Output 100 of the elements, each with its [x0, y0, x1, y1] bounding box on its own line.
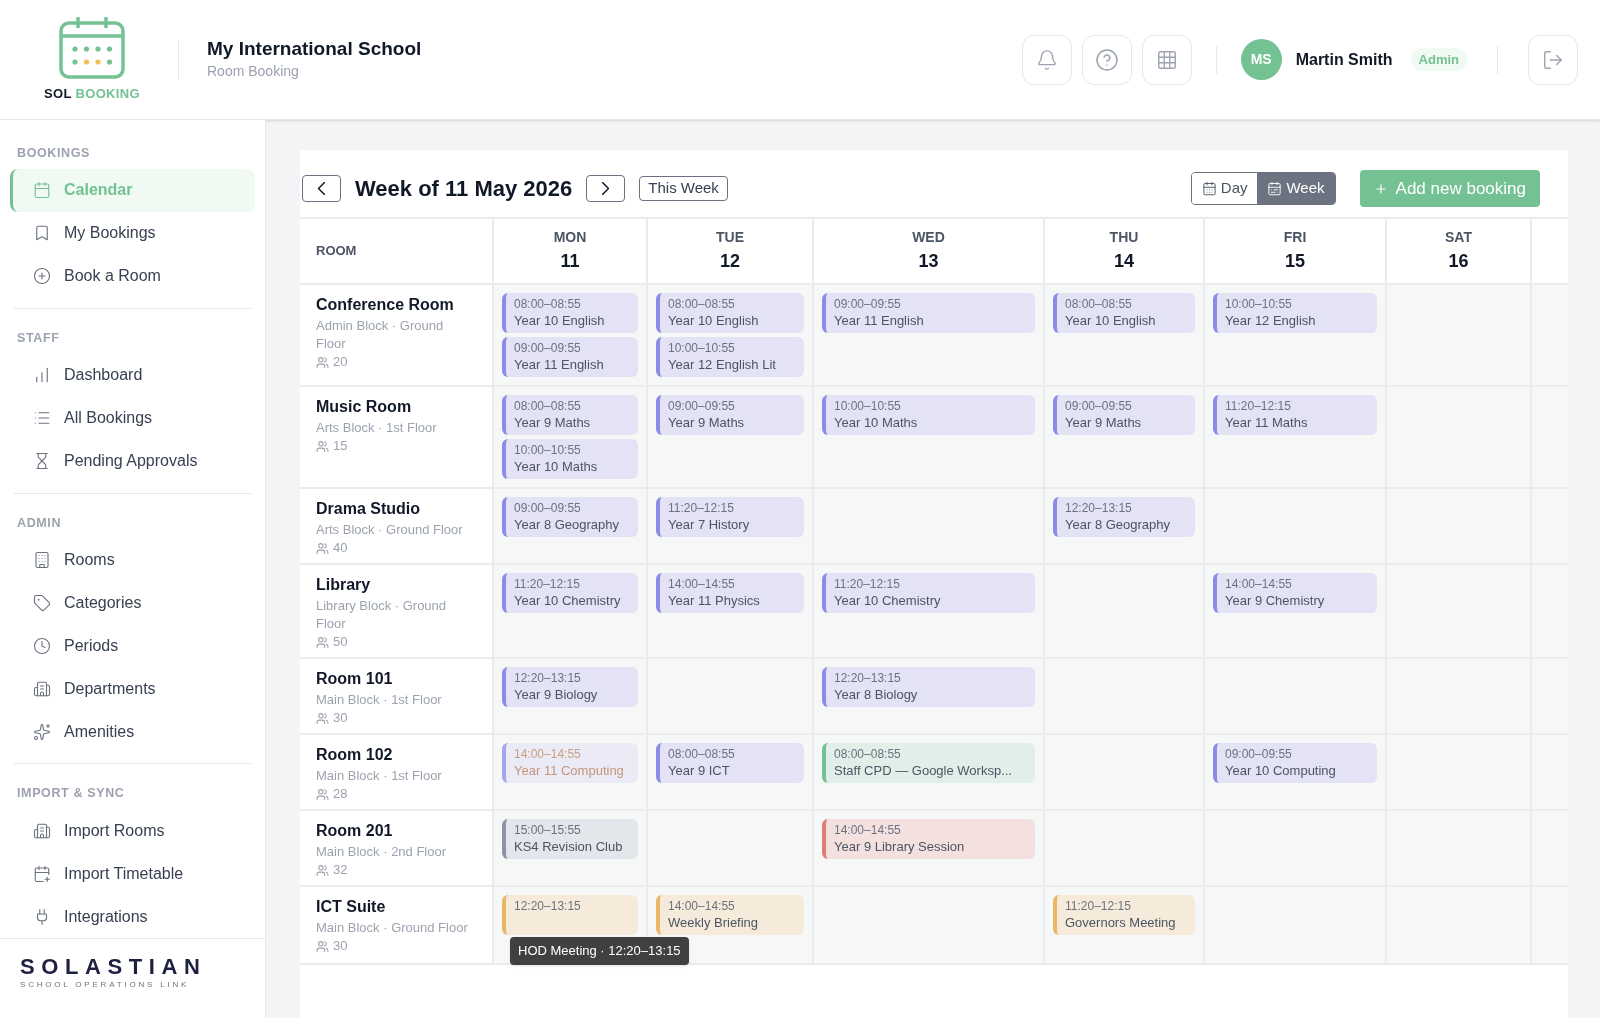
previous-week-button[interactable]	[302, 175, 341, 202]
booking-time: 09:00–09:55	[1225, 746, 1293, 762]
room-capacity: 32	[333, 861, 348, 879]
calendar-cell[interactable]: 09:00–09:55 Year 10 Computing	[1205, 735, 1387, 811]
sidebar-item[interactable]: Import Timetable	[10, 852, 255, 895]
booking-title: Year 9 Maths	[1065, 414, 1143, 432]
booking-card[interactable]: 10:00–10:55 Year 10 Maths	[822, 395, 1035, 435]
calendar-cell[interactable]: 09:00–09:55 Year 11 English	[814, 285, 1045, 387]
booking-card[interactable]: 08:00–08:55 Year 10 English	[1053, 293, 1195, 333]
calendar-cell[interactable]: 09:00–09:55 Year 8 Geography	[494, 489, 648, 565]
booking-card[interactable]: 14:00–14:55 Year 9 Library Session	[822, 819, 1035, 859]
booking-card[interactable]: 12:20–13:15	[502, 895, 638, 935]
booking-card[interactable]: 12:20–13:15 Year 8 Biology	[822, 667, 1035, 707]
notifications-button[interactable]	[1021, 34, 1072, 85]
room-name: Drama Studio	[316, 499, 421, 519]
booking-title: Year 10 Computing	[1225, 762, 1337, 780]
logout-button[interactable]	[1528, 34, 1578, 85]
booking-card[interactable]: 12:20–13:15 Year 8 Geography	[1053, 497, 1195, 537]
calendar-cell[interactable]: 11:20–12:15 Year 10 Chemistry	[494, 565, 648, 659]
sidebar-item[interactable]: Dashboard	[10, 353, 255, 397]
booking-card[interactable]: 08:00–08:55 Year 10 English	[656, 293, 804, 333]
sidebar-item[interactable]: Import Rooms	[10, 809, 255, 852]
calendar-cell[interactable]: 12:20–13:15 Year 9 Biology	[494, 659, 648, 735]
calendar-cell[interactable]: 08:00–08:55 Year 9 Maths 10:00–10:55 Year 10 Maths	[494, 387, 648, 489]
booking-card[interactable]: 08:00–08:55 Year 10 English	[502, 293, 638, 333]
calendar-cell[interactable]: 14:00–14:55 Year 11 Physics	[648, 565, 814, 659]
calendar-cell[interactable]: 15:00–15:55 KS4 Revision Club	[494, 811, 648, 887]
booking-card[interactable]: 14:00–14:55 Year 11 Physics	[656, 573, 804, 613]
booking-card[interactable]: 11:20–12:15 Governors Meeting	[1053, 895, 1195, 935]
sidebar-item[interactable]: Rooms	[10, 538, 255, 582]
booking-card[interactable]: 11:20–12:15 Year 10 Chemistry	[822, 573, 1035, 613]
help-icon	[1094, 47, 1119, 72]
booking-card[interactable]: 14:00–14:55 Weekly Briefing	[656, 895, 804, 935]
booking-card[interactable]: 08:00–08:55 Year 9 ICT	[656, 743, 804, 783]
sidebar-item[interactable]: Departments	[10, 667, 255, 711]
booking-card[interactable]: 11:20–12:15 Year 7 History	[656, 497, 804, 537]
room-capacity: 28	[333, 785, 348, 803]
calendar-plus-icon	[33, 864, 51, 883]
people-icon	[316, 863, 329, 877]
sidebar-item[interactable]: Pending Approvals	[10, 439, 255, 483]
calendar-icon	[1267, 181, 1283, 196]
booking-card[interactable]: 09:00–09:55 Year 11 English	[502, 337, 638, 377]
room-name: Room 102	[316, 745, 394, 765]
calendar-cell[interactable]: 11:20–12:15 Year 7 History	[648, 489, 814, 565]
calendar-cell[interactable]: 08:00–08:55 Year 9 ICT	[648, 735, 814, 811]
calendar-cell[interactable]: 08:00–08:55 Staff CPD — Google Worksp...	[814, 735, 1045, 811]
calendar-cell[interactable]: 14:00–14:55 Year 9 Chemistry	[1205, 565, 1387, 659]
booking-card[interactable]: 09:00–09:55 Year 11 English	[822, 293, 1035, 333]
booking-card[interactable]: 09:00–09:55 Year 9 Maths	[1053, 395, 1195, 435]
booking-card[interactable]: 10:00–10:55 Year 12 English	[1213, 293, 1377, 333]
day-name: MON	[553, 228, 587, 247]
view-toggle[interactable]: Week	[1257, 173, 1335, 204]
booking-card[interactable]: 08:00–08:55 Staff CPD — Google Worksp...	[822, 743, 1035, 783]
bell-icon	[1035, 48, 1058, 71]
calendar-icon	[1201, 181, 1217, 196]
sidebar-item[interactable]: All Bookings	[10, 396, 255, 440]
apps-button[interactable]	[1141, 34, 1192, 85]
next-week-button[interactable]	[586, 175, 626, 202]
booking-title: Year 8 Geography	[514, 516, 621, 534]
booking-card[interactable]: 10:00–10:55 Year 10 Maths	[502, 439, 638, 479]
sidebar-item[interactable]: Categories	[10, 581, 255, 625]
calendar-cell[interactable]: 08:00–08:55 Year 10 English 10:00–10:55 Year 12 English Lit	[648, 285, 814, 387]
plus-icon	[1373, 181, 1388, 196]
calendar-cell[interactable]: 11:20–12:15 Governors Meeting	[1045, 887, 1205, 965]
calendar-cell[interactable]: 11:20–12:15 Year 11 Maths	[1205, 387, 1387, 489]
booking-card[interactable]: 12:20–13:15 Year 9 Biology	[502, 667, 638, 707]
room-name: Library	[316, 575, 372, 595]
booking-time: 10:00–10:55	[1225, 296, 1293, 312]
booking-card[interactable]: 11:20–12:15 Year 10 Chemistry	[502, 573, 638, 613]
sidebar-item[interactable]: Book a Room	[10, 254, 255, 298]
sidebar-item[interactable]: My Bookings	[10, 211, 255, 255]
booking-title: Year 11 Maths	[1225, 414, 1309, 432]
booking-card[interactable]: 08:00–08:55 Year 9 Maths	[502, 395, 638, 435]
booking-card[interactable]: 09:00–09:55 Year 8 Geography	[502, 497, 638, 537]
calendar-cell[interactable]: 12:20–13:15 Year 8 Geography	[1045, 489, 1205, 565]
this-week-button[interactable]: This Week	[639, 176, 728, 201]
calendar-cell[interactable]: 09:00–09:55 Year 9 Maths	[648, 387, 814, 489]
booking-time: 08:00–08:55	[668, 746, 736, 762]
booking-card[interactable]: 15:00–15:55 KS4 Revision Club	[502, 819, 638, 859]
calendar-cell[interactable]: 11:20–12:15 Year 10 Chemistry	[814, 565, 1045, 659]
calendar-cell[interactable]: 14:00–14:55 Year 9 Library Session	[814, 811, 1045, 887]
calendar-cell[interactable]: 10:00–10:55 Year 12 English	[1205, 285, 1387, 387]
help-button[interactable]	[1081, 34, 1132, 85]
sidebar-item[interactable]: Periods	[10, 624, 255, 668]
sidebar-item[interactable]: Amenities	[10, 710, 255, 754]
calendar-cell[interactable]: 09:00–09:55 Year 9 Maths	[1045, 387, 1205, 489]
sidebar-item[interactable]: Integrations	[10, 895, 255, 938]
booking-title: Year 10 Chemistry	[514, 592, 622, 610]
booking-card[interactable]: 10:00–10:55 Year 12 English Lit	[656, 337, 804, 377]
booking-card[interactable]: 09:00–09:55 Year 9 Maths	[656, 395, 804, 435]
calendar-cell[interactable]: 10:00–10:55 Year 10 Maths	[814, 387, 1045, 489]
booking-title: Year 9 Library Session	[834, 838, 966, 856]
calendar-cell[interactable]: 12:20–13:15 Year 8 Biology	[814, 659, 1045, 735]
calendar-cell[interactable]: 08:00–08:55 Year 10 English 09:00–09:55 Year 11 English	[494, 285, 648, 387]
booking-title: Year 10 English	[514, 312, 606, 330]
booking-card[interactable]: 14:00–14:55 Year 9 Chemistry	[1213, 573, 1377, 613]
booking-title: Year 11 Computing	[514, 762, 625, 780]
calendar-cell[interactable]: 08:00–08:55 Year 10 English	[1045, 285, 1205, 387]
booking-card[interactable]: 09:00–09:55 Year 10 Computing	[1213, 743, 1377, 783]
booking-card[interactable]: 11:20–12:15 Year 11 Maths	[1213, 395, 1377, 435]
